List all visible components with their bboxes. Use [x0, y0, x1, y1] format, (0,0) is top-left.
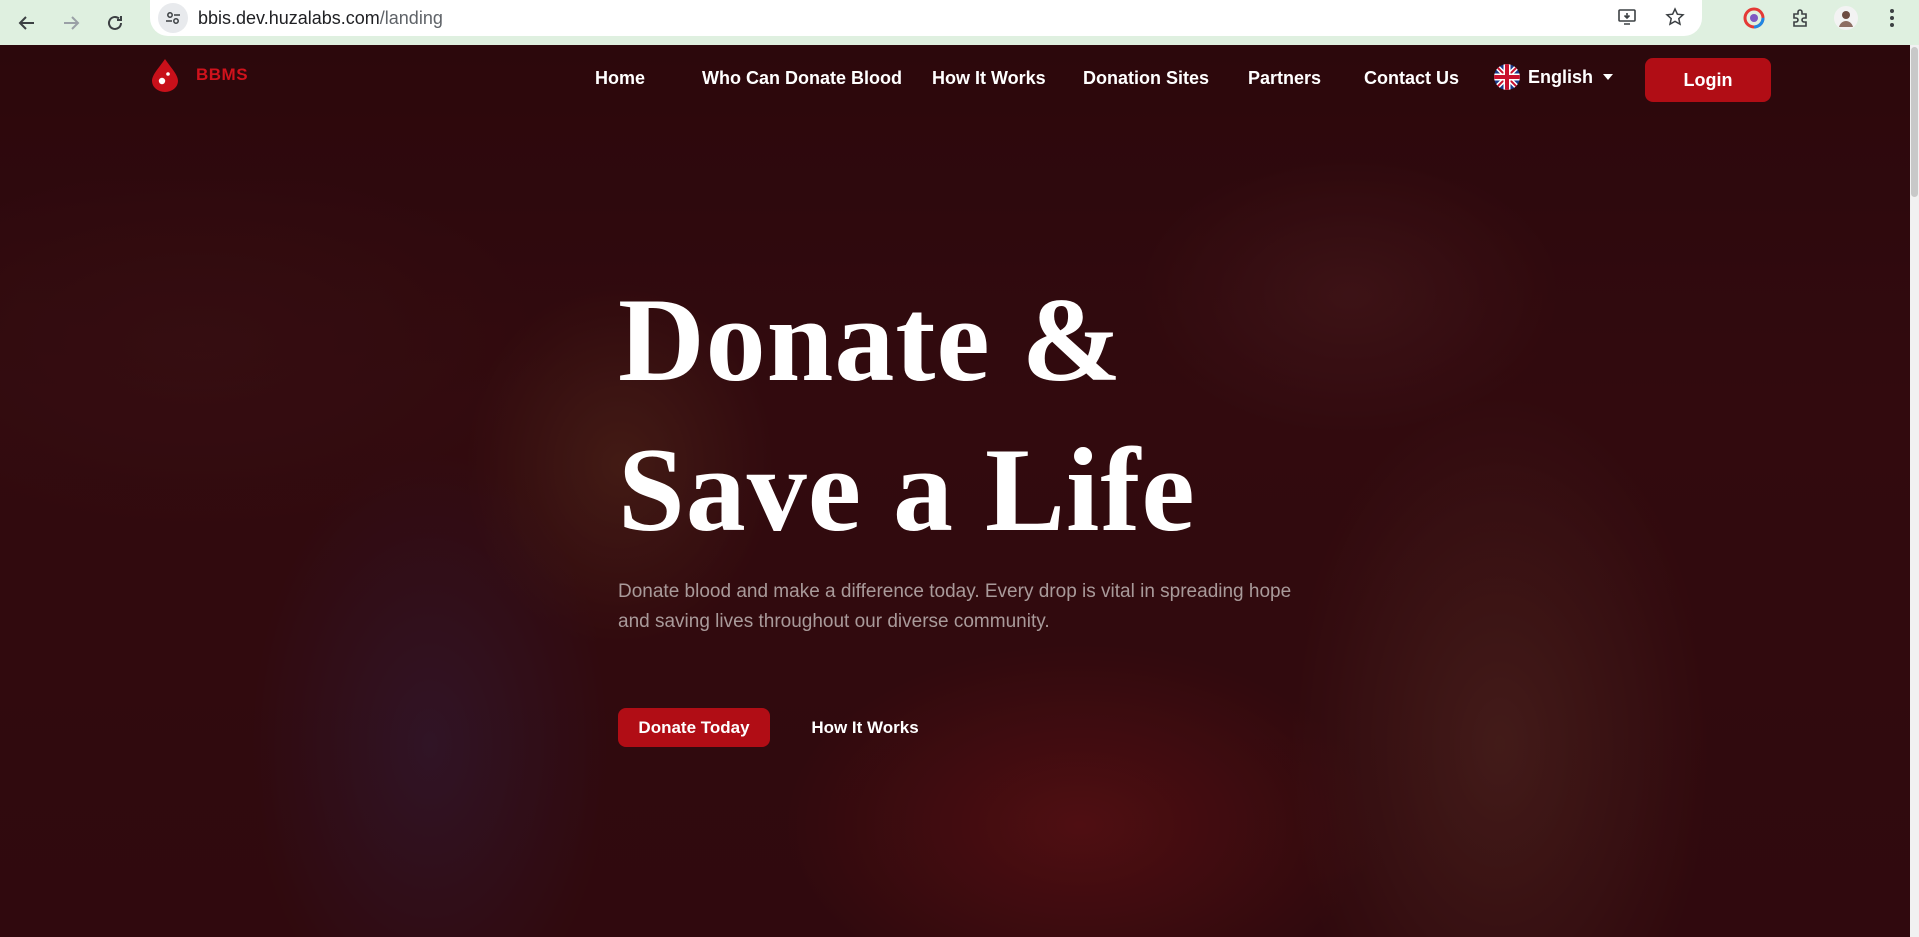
profile-avatar[interactable]: [1833, 5, 1859, 31]
reload-icon[interactable]: [100, 8, 130, 38]
nav-partners[interactable]: Partners: [1248, 68, 1321, 89]
bookmark-star-icon[interactable]: [1662, 4, 1688, 30]
url-path: /landing: [379, 7, 443, 28]
language-label: English: [1528, 66, 1594, 87]
caret-down-icon: [1603, 74, 1614, 80]
site-info-icon[interactable]: [158, 3, 188, 33]
how-it-works-button[interactable]: How It Works: [790, 708, 940, 747]
extensions-puzzle-icon[interactable]: [1787, 5, 1813, 31]
nav-contact-us[interactable]: Contact Us: [1364, 68, 1459, 89]
nav-home[interactable]: Home: [595, 68, 645, 89]
uk-flag-icon: [1494, 64, 1520, 90]
language-selector[interactable]: English: [1494, 64, 1614, 90]
hero-title: Donate & Save a Life: [618, 265, 1196, 565]
landing-page: BBMS Home Who Can Donate Blood How It Wo…: [0, 45, 1910, 937]
hero-title-line-1: Donate &: [618, 273, 1123, 406]
nav-how-it-works[interactable]: How It Works: [932, 68, 1046, 89]
back-arrow-icon[interactable]: [12, 8, 42, 38]
main-menu: Home Who Can Donate Blood How It Works D…: [0, 68, 1910, 98]
browser-toolbar: bbis.dev.huzalabs.com/landing: [0, 0, 1919, 45]
address-bar[interactable]: bbis.dev.huzalabs.com/landing: [150, 0, 1702, 36]
browser-menu-icon[interactable]: [1879, 5, 1905, 31]
site-header: BBMS Home Who Can Donate Blood How It Wo…: [0, 45, 1910, 115]
url-host: bbis.dev.huzalabs.com: [198, 7, 380, 28]
forward-arrow-icon[interactable]: [56, 8, 86, 38]
hero-subtitle: Donate blood and make a difference today…: [618, 581, 1292, 632]
color-extension-icon[interactable]: [1741, 5, 1767, 31]
nav-who-can-donate[interactable]: Who Can Donate Blood: [702, 68, 902, 89]
install-app-icon[interactable]: [1614, 4, 1640, 30]
login-button[interactable]: Login: [1645, 58, 1771, 102]
scrollbar-thumb[interactable]: [1911, 47, 1918, 197]
url-text: bbis.dev.huzalabs.com/landing: [198, 8, 443, 29]
nav-donation-sites[interactable]: Donation Sites: [1083, 68, 1209, 89]
donate-today-button[interactable]: Donate Today: [618, 708, 770, 747]
hero-title-line-2: Save a Life: [618, 423, 1196, 556]
